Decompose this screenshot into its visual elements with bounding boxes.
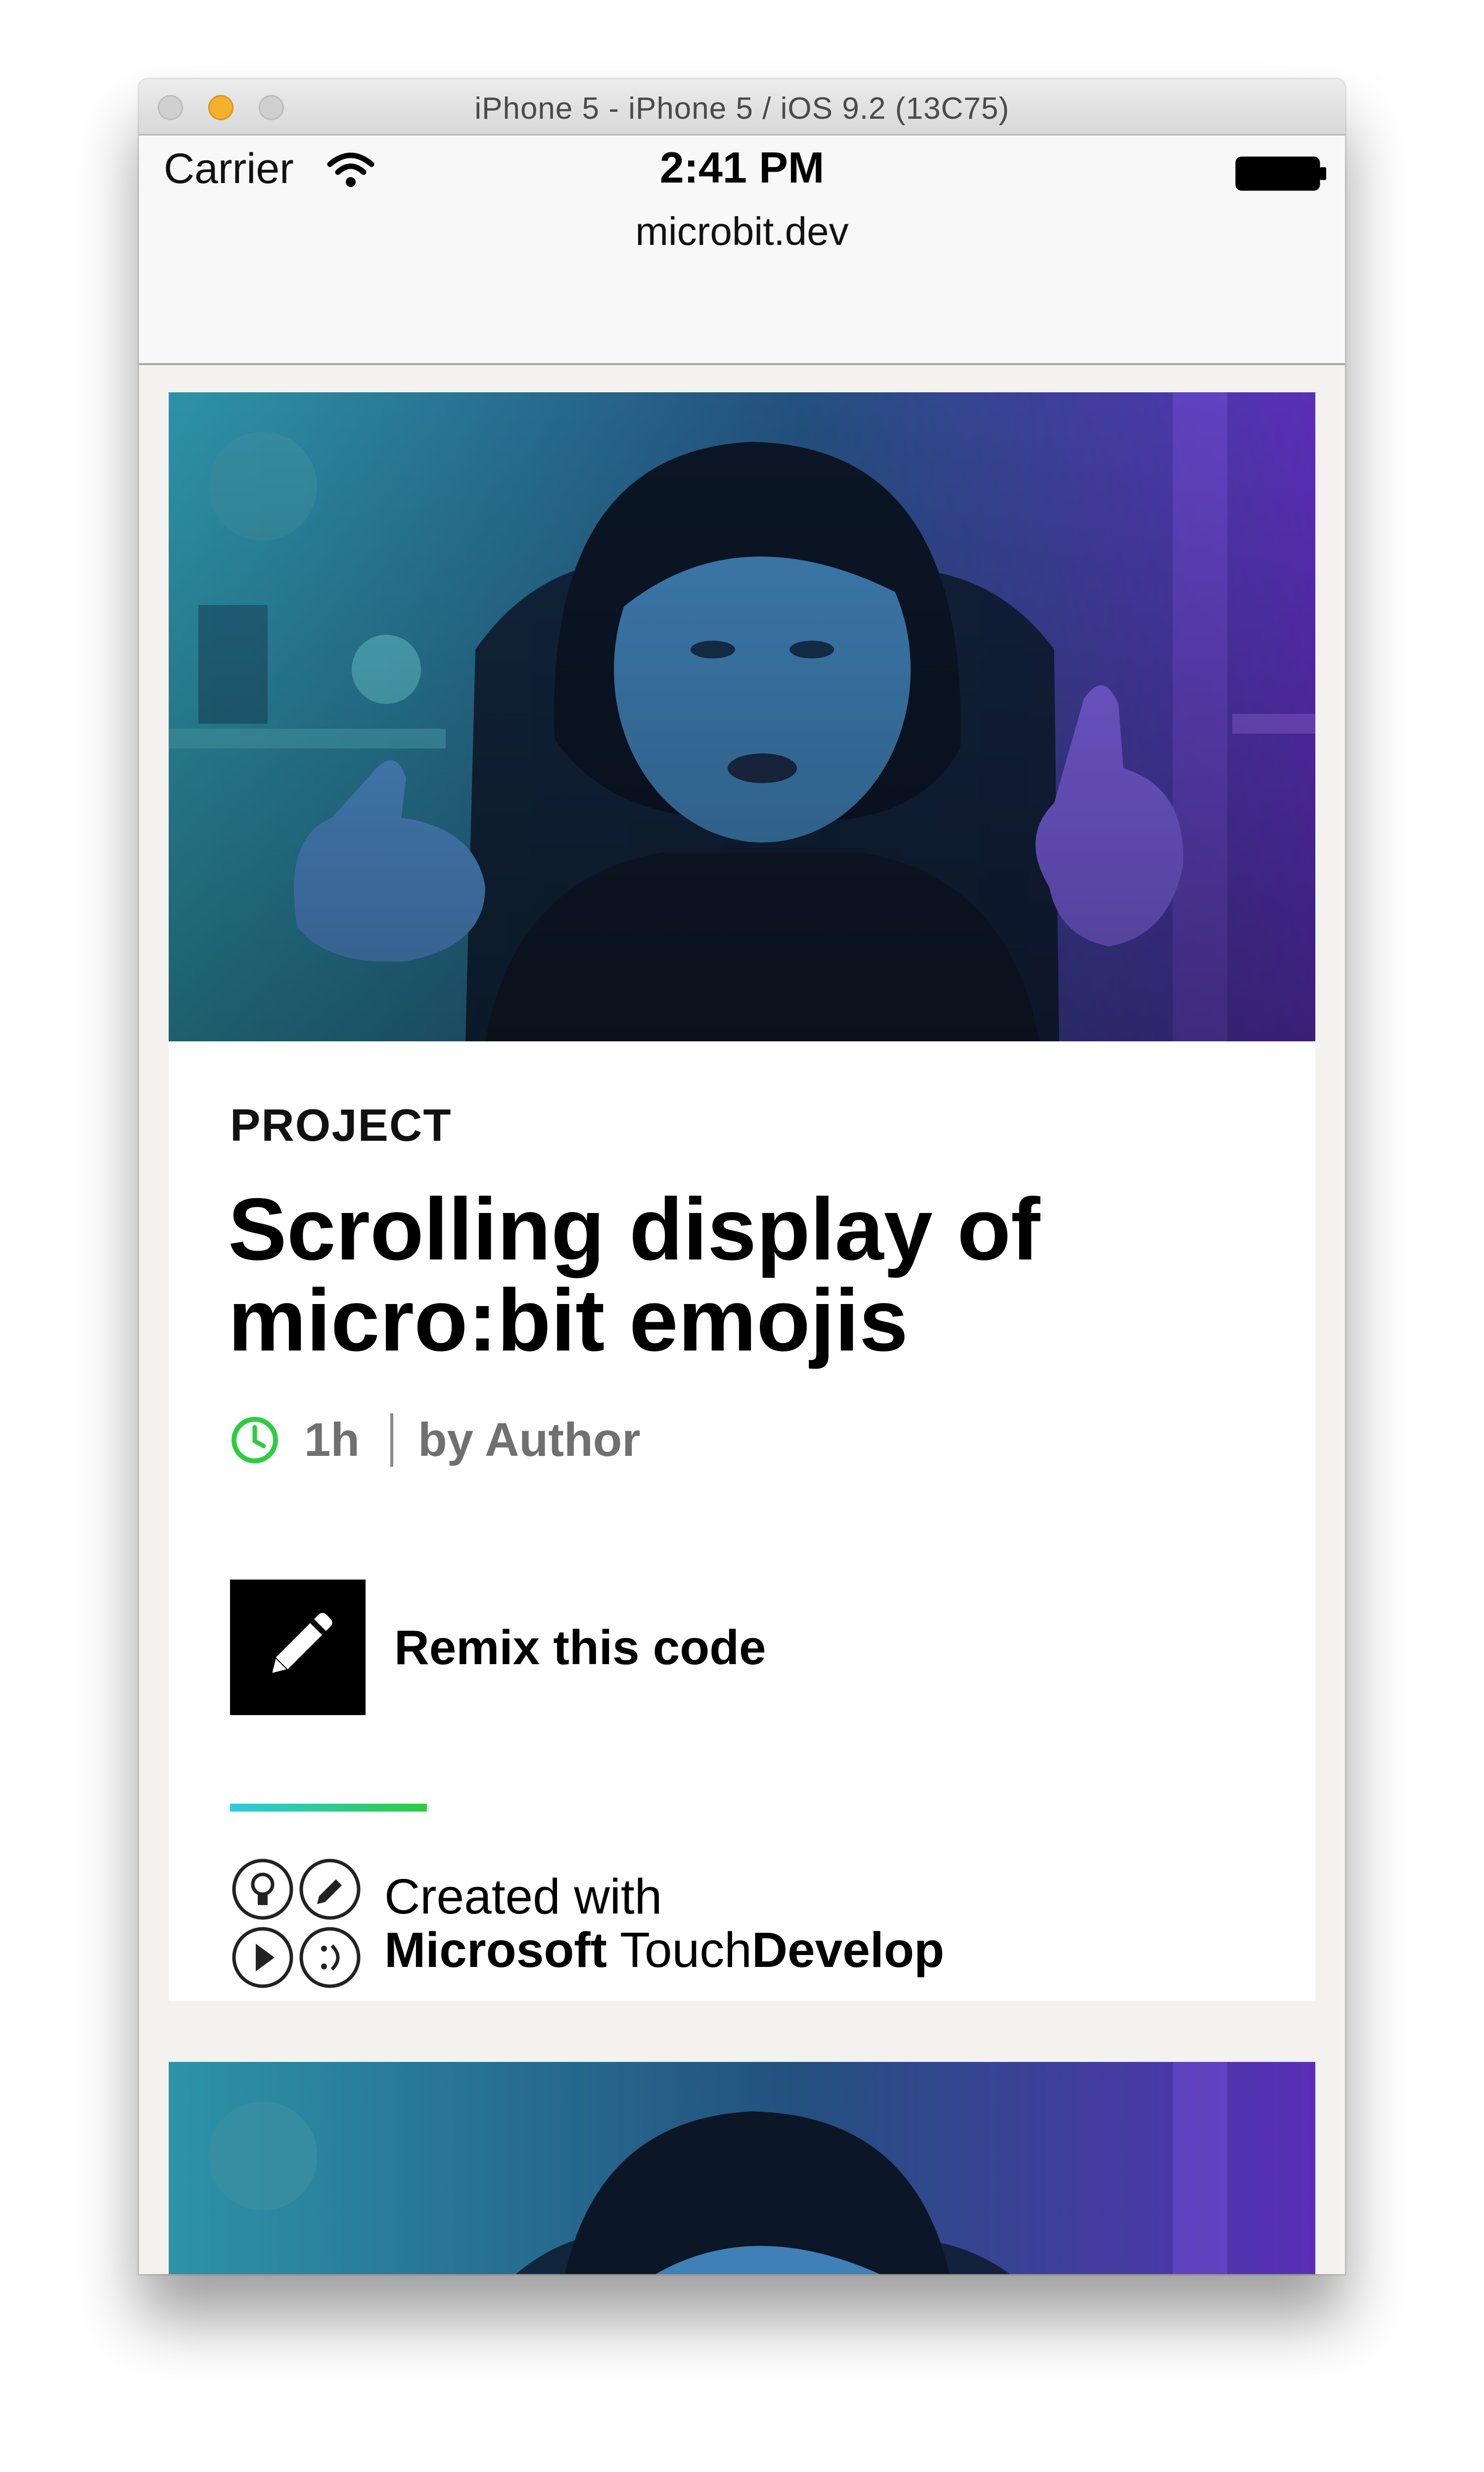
hero-image: [169, 392, 1315, 1041]
touchdevelop-credit[interactable]: Created with Microsoft TouchDevelop: [230, 1857, 944, 1990]
battery-icon: [1235, 156, 1326, 191]
brand-develop: Develop: [751, 1922, 944, 1978]
brand-touch: Touch: [619, 1922, 752, 1978]
project-card[interactable]: [169, 2062, 1315, 2274]
ios-status-bar: Carrier 2:41 PM microbit.dev: [139, 136, 1345, 365]
play-icon: [232, 1927, 293, 1988]
remix-label: Remix this code: [394, 1620, 766, 1675]
remix-button[interactable]: Remix this code: [230, 1580, 766, 1715]
created-with-text: Created with Microsoft TouchDevelop: [384, 1870, 944, 1977]
pencil-icon: [299, 1859, 361, 1920]
smiley-icon: [299, 1927, 361, 1988]
window-title: iPhone 5 - iPhone 5 / iOS 9.2 (13C75): [474, 92, 1010, 126]
address-bar-url[interactable]: microbit.dev: [139, 209, 1345, 254]
page-content: PROJECT Scrolling display of micro:bit e…: [139, 365, 1345, 2274]
clock-icon: [232, 1417, 278, 1463]
meta-divider: [390, 1413, 394, 1467]
window-titlebar[interactable]: iPhone 5 - iPhone 5 / iOS 9.2 (13C75): [139, 79, 1345, 136]
status-time: 2:41 PM: [659, 143, 825, 192]
card-title[interactable]: Scrolling display of micro:bit emojis: [228, 1184, 1242, 1366]
brand-microsoft: Microsoft: [384, 1922, 607, 1978]
duration-label: 1h: [304, 1413, 360, 1466]
lightbulb-icon: [232, 1859, 293, 1920]
accent-divider: [230, 1804, 427, 1812]
project-card[interactable]: PROJECT Scrolling display of micro:bit e…: [169, 392, 1315, 2001]
created-with-brand: Microsoft TouchDevelop: [384, 1923, 944, 1977]
card-meta: 1h by Author: [230, 1410, 641, 1470]
card-category: PROJECT: [230, 1100, 452, 1151]
pencil-icon: [271, 1613, 332, 1675]
simulator-window: iPhone 5 - iPhone 5 / iOS 9.2 (13C75) Ca…: [139, 79, 1345, 2274]
touchdevelop-logo: [232, 1859, 361, 1988]
hero-image: [169, 2062, 1315, 2274]
created-with-prefix: Created with: [384, 1869, 662, 1924]
author-byline[interactable]: by Author: [418, 1413, 641, 1467]
remix-icon-box: [230, 1580, 366, 1715]
